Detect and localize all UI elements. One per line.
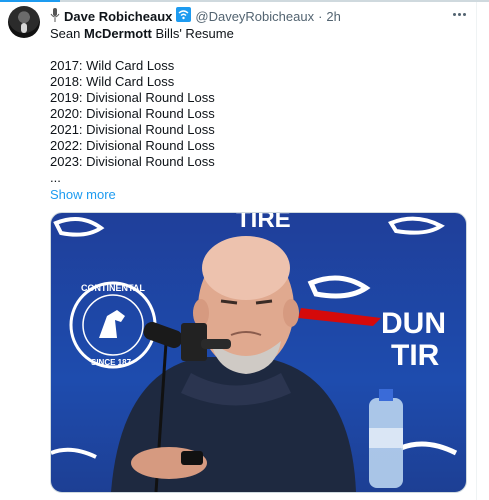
title-suffix: Bills' Resume bbox=[151, 26, 234, 41]
buffalo-logo-icon bbox=[51, 447, 97, 459]
buffalo-logo-icon bbox=[53, 217, 105, 237]
tweet-title: Sean McDermott Bills' Resume bbox=[50, 26, 234, 41]
show-more-link[interactable]: Show more bbox=[50, 187, 116, 202]
buffalo-logo-icon bbox=[388, 216, 445, 235]
buffalo-logo-icon bbox=[307, 275, 371, 299]
tweet-line: 2018: Wild Card Loss bbox=[50, 74, 175, 89]
tweet-body: 2017: Wild Card Loss 2018: Wild Card Los… bbox=[50, 58, 215, 186]
header-separator: · bbox=[318, 8, 323, 24]
author-name[interactable]: Dave Robicheaux bbox=[64, 9, 172, 24]
tweet-photo[interactable]: TIRE DUN TIR CONTINENTAL SINCE 187 bbox=[50, 212, 467, 493]
title-prefix: Sean bbox=[50, 26, 84, 41]
tweet-line: 2017: Wild Card Loss bbox=[50, 58, 175, 73]
tweet-line: 2023: Divisional Round Loss bbox=[50, 154, 215, 169]
microphone-icon bbox=[50, 7, 60, 25]
tweet-time[interactable]: 2h bbox=[326, 9, 340, 24]
tweet-header: Dave Robicheaux @DaveyRobicheaux · 2h bbox=[50, 7, 341, 25]
tweet-line: 2019: Divisional Round Loss bbox=[50, 90, 215, 105]
backdrop-text-right-1: DUN bbox=[381, 307, 446, 340]
backdrop-text-top: TIRE bbox=[236, 213, 291, 233]
avatar[interactable] bbox=[8, 6, 40, 38]
tweet[interactable]: Dave Robicheaux @DaveyRobicheaux · 2h Se… bbox=[0, 2, 477, 500]
seal-top-text: CONTINENTAL bbox=[81, 283, 145, 293]
tweet-line: 2022: Divisional Round Loss bbox=[50, 138, 215, 153]
buffalo-logo-icon bbox=[400, 441, 458, 456]
author-handle[interactable]: @DaveyRobicheaux bbox=[195, 9, 314, 24]
photo-illustration: TIRE DUN TIR CONTINENTAL SINCE 187 bbox=[51, 213, 458, 492]
tweet-line: 2021: Divisional Round Loss bbox=[50, 122, 215, 137]
buffalo-logo-stripe bbox=[298, 308, 381, 326]
continental-seal: CONTINENTAL SINCE 187 bbox=[69, 281, 157, 369]
tweet-line: 2020: Divisional Round Loss bbox=[50, 106, 215, 121]
seal-bottom-text: SINCE 187 bbox=[91, 358, 132, 367]
title-bold: McDermott bbox=[83, 26, 152, 41]
wifi-icon bbox=[176, 7, 192, 25]
backdrop-text-right-2: TIR bbox=[391, 339, 440, 372]
avatar-microphone bbox=[21, 23, 27, 33]
more-options-icon[interactable] bbox=[449, 6, 469, 22]
tweet-line: ... bbox=[50, 170, 61, 185]
